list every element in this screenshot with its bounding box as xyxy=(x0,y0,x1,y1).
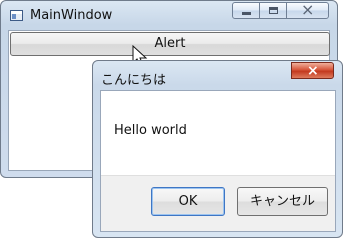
dialog-message: Hello world xyxy=(114,123,187,138)
minimize-button[interactable] xyxy=(232,2,260,19)
close-button[interactable]: × xyxy=(286,0,329,19)
close-icon: × xyxy=(301,0,315,19)
dialog-body: Hello world OK キャンセル xyxy=(100,90,336,232)
window-controls: × xyxy=(232,0,329,19)
dialog-close-button[interactable]: × xyxy=(291,62,334,79)
dialog-title: こんにちは xyxy=(101,73,167,88)
main-titlebar[interactable]: MainWindow × xyxy=(1,1,337,29)
main-window-title: MainWindow xyxy=(30,8,113,23)
dialog-titlebar[interactable]: こんにちは × xyxy=(93,61,342,89)
message-area: Hello world xyxy=(101,91,335,175)
maximize-button[interactable] xyxy=(259,2,287,19)
maximize-icon xyxy=(269,7,278,14)
app-window-icon xyxy=(10,10,23,21)
ok-button[interactable]: OK xyxy=(151,187,225,216)
alert-button[interactable]: Alert xyxy=(10,32,330,56)
minimize-icon xyxy=(242,12,251,15)
dialog-window: こんにちは × Hello world OK キャンセル xyxy=(92,60,343,238)
close-icon: × xyxy=(307,63,319,79)
cancel-button[interactable]: キャンセル xyxy=(237,187,328,216)
